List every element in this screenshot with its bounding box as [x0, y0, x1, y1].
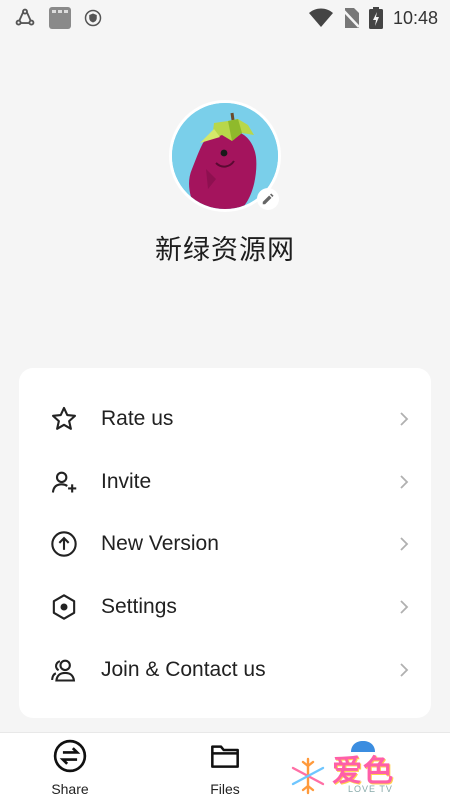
add-user-icon [49, 467, 79, 497]
menu-label: Join & Contact us [101, 657, 266, 681]
status-bar: 10:48 [0, 0, 450, 36]
username: 新绿资源网 [155, 235, 295, 266]
menu-label: Invite [101, 469, 152, 493]
menu-card: Rate us Invite New Version Settings Join… [19, 368, 431, 718]
menu-label: Settings [101, 595, 177, 619]
menu-item-new-version[interactable]: New Version [19, 513, 431, 576]
avatar[interactable] [169, 100, 281, 212]
folder-icon [209, 739, 241, 778]
profile-section: 新绿资源网 [0, 100, 450, 267]
app-thumb-icon [48, 6, 72, 30]
nav-files[interactable]: Files [140, 733, 310, 800]
chevron-right-icon [399, 662, 409, 678]
hexagon-settings-icon [49, 592, 79, 622]
menu-item-settings[interactable]: Settings [19, 576, 431, 639]
nav-share-label: Share [51, 781, 89, 797]
snowflake-icon [291, 757, 325, 795]
menu-item-invite[interactable]: Invite [19, 451, 431, 514]
menu-item-join-contact[interactable]: Join & Contact us [19, 638, 431, 701]
star-icon [49, 404, 79, 434]
edit-pencil-icon[interactable] [257, 188, 279, 210]
watermark-subtext: LOVE TV [348, 784, 393, 794]
menu-item-rate-us[interactable]: Rate us [19, 388, 431, 451]
menu-label: New Version [101, 532, 219, 556]
upload-circle-icon [49, 529, 79, 559]
status-time: 10:48 [392, 7, 438, 28]
nav-files-label: Files [210, 781, 240, 797]
group-icon [49, 655, 79, 685]
share-transfer-icon [53, 739, 87, 778]
battery-charging-icon [368, 7, 383, 29]
watermark-logo: 爱色 LOVE TV [288, 738, 418, 798]
menu-label: Rate us [101, 407, 174, 431]
chevron-right-icon [399, 474, 409, 490]
chevron-right-icon [399, 599, 409, 615]
shield-icon [84, 9, 102, 27]
no-sim-icon [342, 8, 359, 28]
sync-icon [14, 7, 36, 29]
chevron-right-icon [399, 536, 409, 552]
nav-share[interactable]: Share [0, 733, 140, 800]
wifi-icon [308, 8, 333, 28]
chevron-right-icon [399, 411, 409, 427]
